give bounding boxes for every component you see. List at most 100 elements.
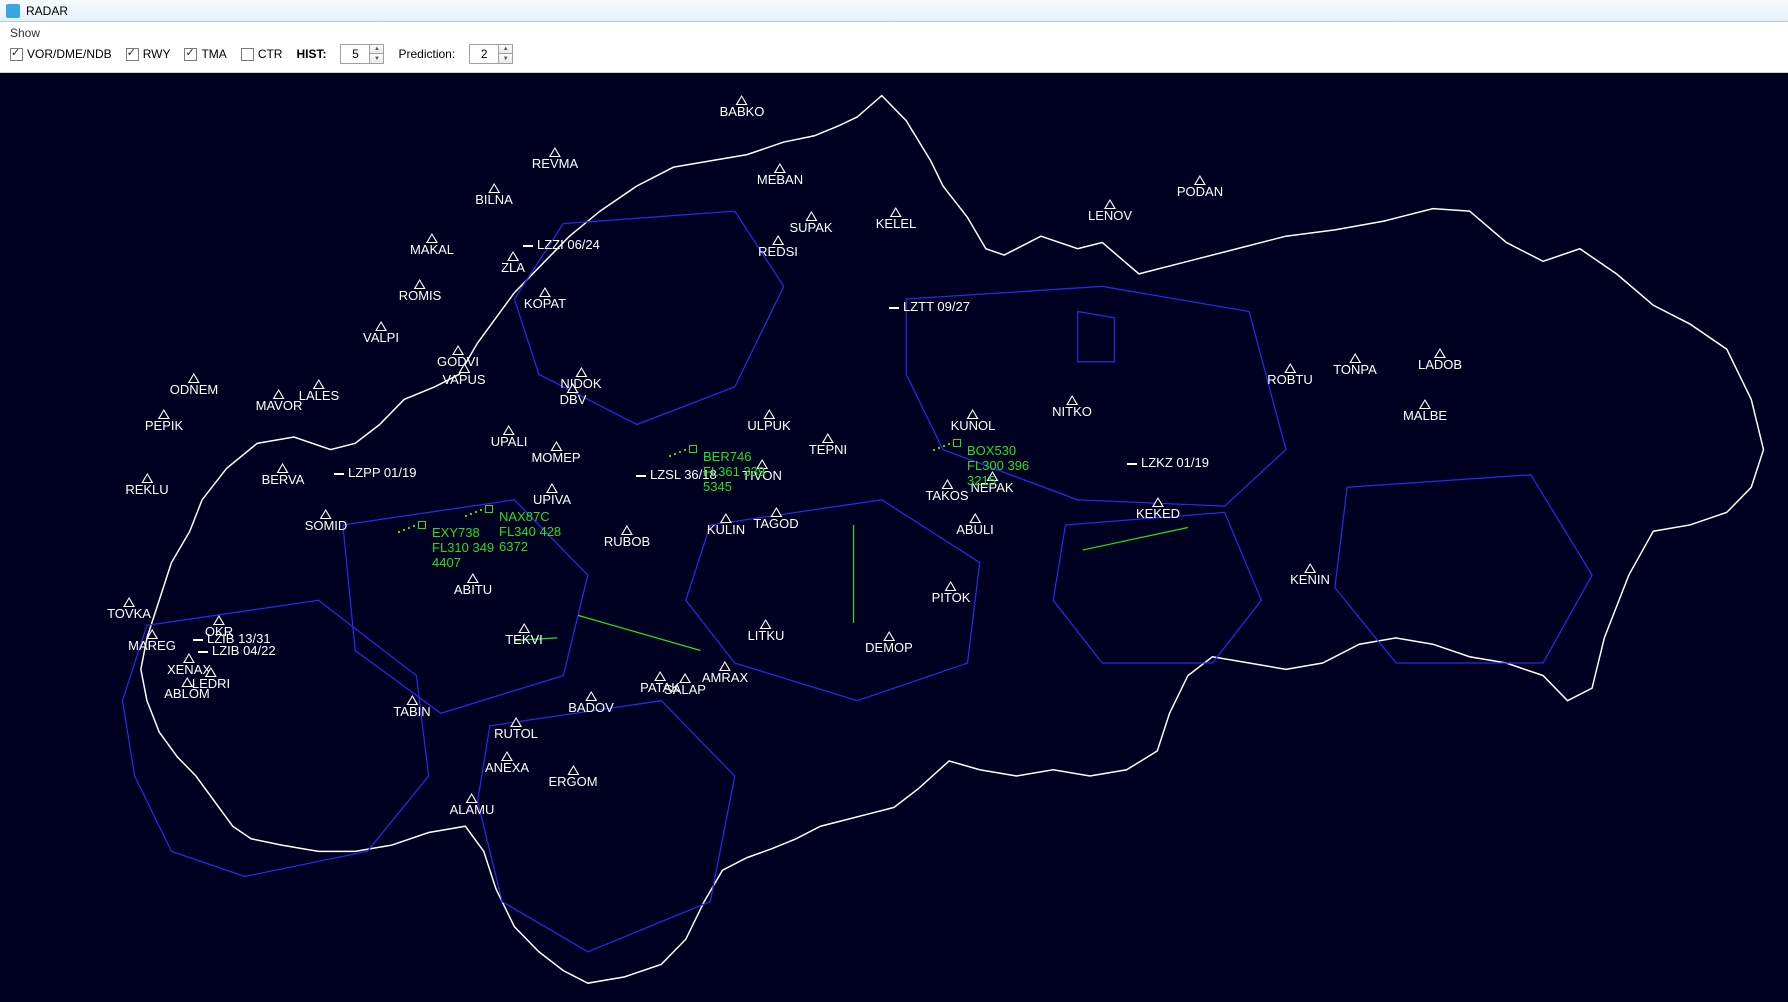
waypoint-abuli: ABULI bbox=[956, 513, 994, 537]
vor-checkbox-wrap[interactable]: VOR/DME/NDB bbox=[10, 47, 112, 61]
waypoint-label: TAKOS bbox=[925, 488, 968, 503]
pred-down-button[interactable]: ▼ bbox=[498, 54, 512, 63]
waypoint-berva: BERVA bbox=[262, 463, 305, 487]
show-legend: Show bbox=[10, 26, 1778, 40]
waypoint-label: VALPI bbox=[363, 330, 399, 345]
waypoint-anexa: ANEXA bbox=[485, 751, 529, 775]
waypoint-ergom: ERGOM bbox=[548, 765, 597, 789]
aircraft-exy738[interactable]: EXY738FL310 3494407 bbox=[432, 525, 494, 570]
waypoint-label: PITOK bbox=[932, 590, 971, 605]
runway-mark-icon bbox=[889, 307, 899, 309]
tma-checkbox[interactable] bbox=[184, 48, 197, 61]
runway-mark-icon bbox=[334, 473, 344, 475]
aircraft-history-dot bbox=[398, 531, 400, 533]
waypoint-label: KENIN bbox=[1290, 572, 1330, 587]
pred-up-button[interactable]: ▲ bbox=[498, 45, 512, 54]
waypoint-kulin: KULIN bbox=[707, 513, 745, 537]
runway-label: LZPP 01/19 bbox=[348, 465, 416, 480]
waypoint-label: ODNEM bbox=[170, 382, 218, 397]
waypoint-label: BILNA bbox=[475, 192, 513, 207]
runway-label: LZIB 04/22 bbox=[212, 643, 276, 658]
waypoint-dbv: DBV bbox=[560, 383, 587, 407]
aircraft-history-dot bbox=[948, 443, 950, 445]
aircraft-ber746[interactable]: BER746FL361 3395345 bbox=[703, 449, 765, 494]
aircraft-flightlevel: FL340 428 bbox=[499, 524, 561, 539]
waypoint-zla: ZLA bbox=[501, 251, 525, 275]
waypoint-label: AMRAX bbox=[702, 670, 748, 685]
waypoint-label: MOMEP bbox=[531, 450, 580, 465]
waypoint-lenov: LENOV bbox=[1088, 199, 1132, 223]
waypoint-pepik: PEPIK bbox=[145, 409, 183, 433]
waypoint-demop: DEMOP bbox=[865, 631, 913, 655]
waypoint-label: LITKU bbox=[748, 628, 785, 643]
waypoint-ladob: LADOB bbox=[1418, 348, 1462, 372]
waypoint-label: SUPAK bbox=[789, 220, 832, 235]
aircraft-box530[interactable]: BOX530FL300 3963215 bbox=[967, 443, 1029, 488]
aircraft-callsign: BOX530 bbox=[967, 443, 1029, 458]
aircraft-flightlevel: FL300 396 bbox=[967, 458, 1029, 473]
waypoint-label: VAPUS bbox=[442, 372, 485, 387]
waypoint-label: LADOB bbox=[1418, 357, 1462, 372]
waypoint-podan: PODAN bbox=[1177, 175, 1223, 199]
vor-checkbox[interactable] bbox=[10, 48, 23, 61]
waypoint-nitko: NITKO bbox=[1052, 395, 1092, 419]
waypoint-label: TEPNI bbox=[809, 442, 847, 457]
hist-spinner[interactable]: ▲ ▼ bbox=[340, 44, 384, 64]
waypoint-label: BADOV bbox=[568, 700, 614, 715]
waypoint-label: UPIVA bbox=[533, 492, 571, 507]
waypoint-tovka: TOVKA bbox=[107, 597, 151, 621]
tma-checkbox-wrap[interactable]: TMA bbox=[184, 47, 226, 61]
waypoint-makal: MAKAL bbox=[410, 233, 454, 257]
rwy-checkbox[interactable] bbox=[126, 48, 139, 61]
waypoint-label: DEMOP bbox=[865, 640, 913, 655]
waypoint-reklu: REKLU bbox=[125, 473, 168, 497]
waypoint-takos: TAKOS bbox=[925, 479, 968, 503]
waypoint-label: REVMA bbox=[532, 156, 578, 171]
tma-layer bbox=[122, 211, 1592, 952]
aircraft-history-dot bbox=[403, 529, 405, 531]
hist-input[interactable] bbox=[341, 45, 369, 63]
waypoint-amrax: AMRAX bbox=[702, 661, 748, 685]
pred-input[interactable] bbox=[470, 45, 498, 63]
waypoint-odnem: ODNEM bbox=[170, 373, 218, 397]
ctr-checkbox[interactable] bbox=[241, 48, 254, 61]
runway-lzpp0119: LZPP 01/19 bbox=[334, 465, 416, 480]
rwy-label: RWY bbox=[143, 47, 171, 61]
aircraft-history-dot bbox=[408, 527, 410, 529]
waypoint-label: ULPUK bbox=[747, 418, 790, 433]
aircraft-history-dot bbox=[413, 525, 415, 527]
runway-lztt0927: LZTT 09/27 bbox=[889, 299, 970, 314]
waypoint-label: TEKVI bbox=[505, 632, 543, 647]
waypoint-label: TONPA bbox=[1333, 362, 1377, 377]
waypoint-pitok: PITOK bbox=[932, 581, 971, 605]
waypoint-label: SOMID bbox=[305, 518, 348, 533]
aircraft-callsign: BER746 bbox=[703, 449, 765, 464]
country-border bbox=[141, 96, 1764, 984]
toolbar: VOR/DME/NDB RWY TMA CTR HIST: ▲ ▼ Predic… bbox=[10, 44, 1778, 64]
ctr-checkbox-wrap[interactable]: CTR bbox=[241, 47, 283, 61]
waypoint-label: SALAP bbox=[664, 682, 706, 697]
waypoint-label: KEKED bbox=[1136, 506, 1180, 521]
waypoint-label: MALBE bbox=[1403, 408, 1447, 423]
rwy-checkbox-wrap[interactable]: RWY bbox=[126, 47, 171, 61]
waypoint-ablom: ABLOM bbox=[164, 677, 210, 701]
aircraft-squawk: 4407 bbox=[432, 555, 494, 570]
waypoint-label: LENOV bbox=[1088, 208, 1132, 223]
waypoint-valpi: VALPI bbox=[363, 321, 399, 345]
waypoint-upiva: UPIVA bbox=[533, 483, 571, 507]
tma-label: TMA bbox=[201, 47, 226, 61]
aircraft-squawk: 6372 bbox=[499, 539, 561, 554]
aircraft-callsign: NAX87C bbox=[499, 509, 561, 524]
radar-display[interactable]: BABKOREVMAMEBANBILNAPODANLENOVSUPAKKELEL… bbox=[0, 73, 1788, 1002]
waypoint-label: ABITU bbox=[454, 582, 492, 597]
waypoint-label: REDSI bbox=[758, 244, 798, 259]
waypoint-somid: SOMID bbox=[305, 509, 348, 533]
hist-down-button[interactable]: ▼ bbox=[369, 54, 383, 63]
aircraft-nax87c[interactable]: NAX87CFL340 4286372 bbox=[499, 509, 561, 554]
aircraft-history-dot bbox=[669, 455, 671, 457]
pred-spinner[interactable]: ▲ ▼ bbox=[469, 44, 513, 64]
waypoint-label: PEPIK bbox=[145, 418, 183, 433]
aircraft-symbol-icon bbox=[689, 445, 697, 453]
waypoint-label: KOPAT bbox=[524, 296, 566, 311]
hist-up-button[interactable]: ▲ bbox=[369, 45, 383, 54]
